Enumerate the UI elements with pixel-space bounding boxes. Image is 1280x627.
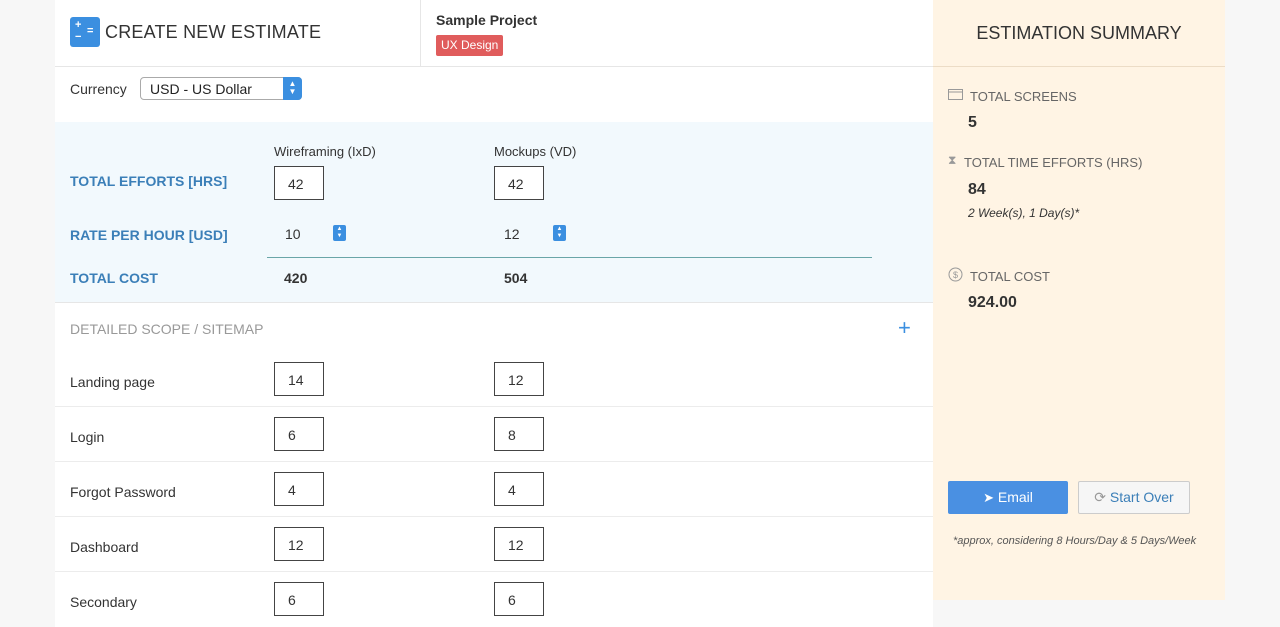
scope-row: Secondary 6 6 — [55, 572, 933, 627]
total-cost-wireframing: 420 — [284, 270, 308, 286]
dollar-icon: $ — [948, 267, 963, 282]
wireframing-hours-input[interactable]: 14 — [274, 362, 324, 396]
estimator-app: + = − CREATE NEW ESTIMATE Sample Project… — [55, 0, 1225, 627]
rate-wireframing-stepper-icon[interactable]: ▲ ▼ — [333, 225, 346, 241]
total-cost-row: TOTAL COST 420 504 — [55, 258, 933, 303]
total-efforts-mockups: 42 — [494, 166, 544, 200]
column-header-mockups: Mockups (VD) — [494, 144, 577, 159]
total-cost-mockups: 504 — [504, 270, 528, 286]
wireframing-hours-input[interactable]: 12 — [274, 527, 324, 561]
header-title-area: + = − CREATE NEW ESTIMATE — [55, 0, 421, 66]
summary-title: ESTIMATION SUMMARY — [976, 23, 1182, 43]
time-breakdown-note: 2 Week(s), 1 Day(s)* — [968, 206, 1080, 220]
currency-select[interactable]: USD - US Dollar ▲ ▼ — [140, 77, 302, 100]
estimation-summary-panel: ESTIMATION SUMMARY TOTAL SCREENS 5 ⧗ TOT… — [933, 0, 1225, 600]
total-cost-label: TOTAL COST — [70, 270, 158, 286]
total-cost-summary-value: 924.00 — [968, 294, 1017, 311]
email-button-label: Email — [997, 489, 1033, 505]
scope-row: Login 6 8 — [55, 407, 933, 462]
hourglass-icon: ⧗ — [948, 153, 957, 167]
mockups-hours-input[interactable]: 4 — [494, 472, 544, 506]
project-name: Sample Project — [436, 12, 538, 28]
screen-icon — [948, 89, 963, 100]
refresh-icon: ⟳ — [1094, 489, 1107, 505]
screen-name: Login — [70, 429, 105, 445]
project-tag: UX Design — [436, 35, 504, 56]
total-cost-summary-label: TOTAL COST — [970, 269, 1050, 284]
estimate-panel: + = − CREATE NEW ESTIMATE Sample Project… — [55, 0, 933, 627]
scope-title: DETAILED SCOPE / SITEMAP — [70, 321, 264, 337]
add-screen-icon[interactable]: + — [898, 317, 911, 339]
email-button[interactable]: ➤ Email — [948, 481, 1068, 514]
column-header-wireframing: Wireframing (IxD) — [274, 144, 376, 159]
rate-per-hour-label: RATE PER HOUR [USD] — [70, 227, 228, 243]
rate-wireframing[interactable]: 10 — [285, 226, 301, 242]
mockups-hours-input[interactable]: 6 — [494, 582, 544, 616]
estimate-header: + = − CREATE NEW ESTIMATE Sample Project… — [55, 0, 933, 67]
screen-name: Secondary — [70, 594, 137, 610]
screen-name: Landing page — [70, 374, 155, 390]
scope-row: Dashboard 12 12 — [55, 517, 933, 572]
mockups-hours-input[interactable]: 12 — [494, 362, 544, 396]
rate-mockups-stepper-icon[interactable]: ▲ ▼ — [553, 225, 566, 241]
scope-row: Forgot Password 4 4 — [55, 462, 933, 517]
summary-divider — [933, 66, 1225, 67]
page-title: CREATE NEW ESTIMATE — [105, 22, 322, 42]
total-efforts-wireframing: 42 — [274, 166, 324, 200]
select-arrows-icon: ▲ ▼ — [283, 77, 302, 100]
currency-value: USD - US Dollar — [150, 81, 252, 97]
currency-label: Currency — [70, 81, 127, 97]
start-over-label: Start Over — [1109, 489, 1174, 505]
mockups-hours-input[interactable]: 8 — [494, 417, 544, 451]
total-screens-value: 5 — [968, 114, 977, 131]
total-time-label: TOTAL TIME EFFORTS (HRS) — [964, 155, 1143, 170]
mockups-hours-input[interactable]: 12 — [494, 527, 544, 561]
svg-text:$: $ — [953, 270, 958, 280]
scope-row: Landing page 14 12 — [55, 352, 933, 407]
rate-mockups[interactable]: 12 — [504, 226, 520, 242]
wireframing-hours-input[interactable]: 6 — [274, 417, 324, 451]
summary-footnote: *approx, considering 8 Hours/Day & 5 Day… — [953, 535, 1197, 547]
screen-name: Forgot Password — [70, 484, 176, 500]
start-over-button[interactable]: ⟳ Start Over — [1078, 481, 1190, 514]
total-time-value: 84 — [968, 181, 986, 198]
efforts-section: Wireframing (IxD) Mockups (VD) TOTAL EFF… — [55, 122, 933, 303]
send-icon: ➤ — [983, 490, 994, 505]
wireframing-hours-input[interactable]: 4 — [274, 472, 324, 506]
total-efforts-label: TOTAL EFFORTS [HRS] — [70, 173, 228, 189]
total-screens-label: TOTAL SCREENS — [970, 89, 1077, 104]
screen-name: Dashboard — [70, 539, 139, 555]
calculator-icon: + = − — [70, 17, 100, 47]
wireframing-hours-input[interactable]: 6 — [274, 582, 324, 616]
